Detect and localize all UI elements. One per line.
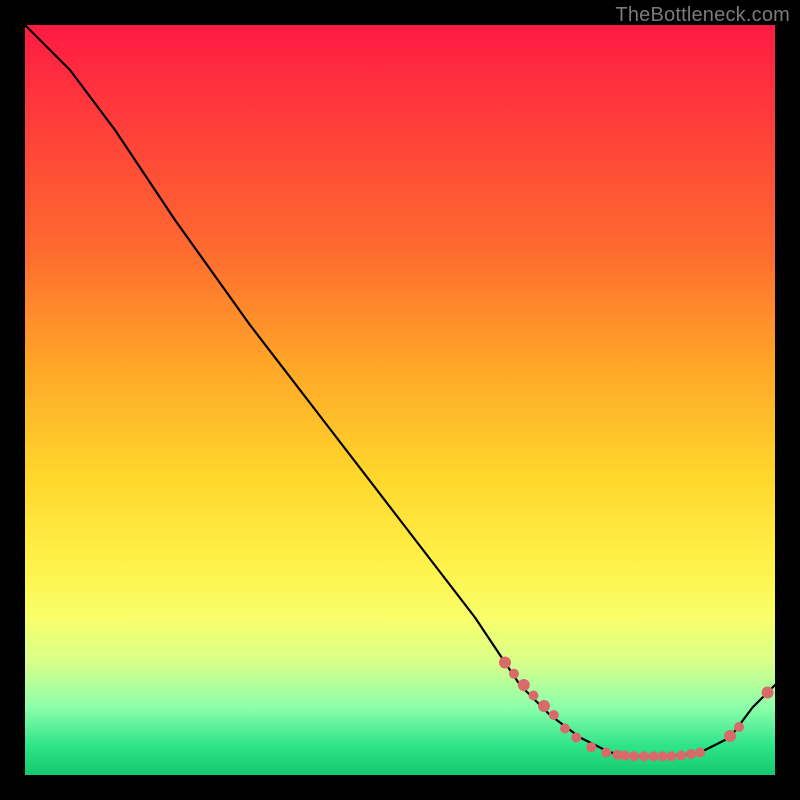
- data-marker: [586, 742, 596, 752]
- watermark-text: TheBottleneck.com: [615, 4, 790, 27]
- data-marker: [724, 730, 736, 742]
- data-marker: [695, 748, 705, 758]
- data-marker: [734, 722, 744, 732]
- bottleneck-curve: [25, 25, 775, 756]
- data-marker: [667, 751, 677, 761]
- data-marker: [529, 691, 539, 701]
- data-marker: [549, 710, 559, 720]
- marker-group: [499, 657, 774, 762]
- data-marker: [518, 679, 530, 691]
- data-marker: [639, 751, 649, 761]
- data-marker: [538, 700, 550, 712]
- data-marker: [499, 657, 511, 669]
- data-marker: [620, 751, 630, 761]
- chart-plot-area: [25, 25, 775, 775]
- data-marker: [762, 687, 774, 699]
- data-marker: [560, 724, 570, 734]
- data-marker: [629, 751, 639, 761]
- data-marker: [509, 669, 519, 679]
- data-marker: [571, 733, 581, 743]
- chart-frame: TheBottleneck.com: [0, 0, 800, 800]
- data-marker: [658, 751, 668, 761]
- data-marker: [676, 751, 686, 761]
- data-marker: [686, 749, 696, 759]
- chart-svg: [25, 25, 775, 775]
- data-marker: [649, 751, 659, 761]
- data-marker: [601, 748, 611, 758]
